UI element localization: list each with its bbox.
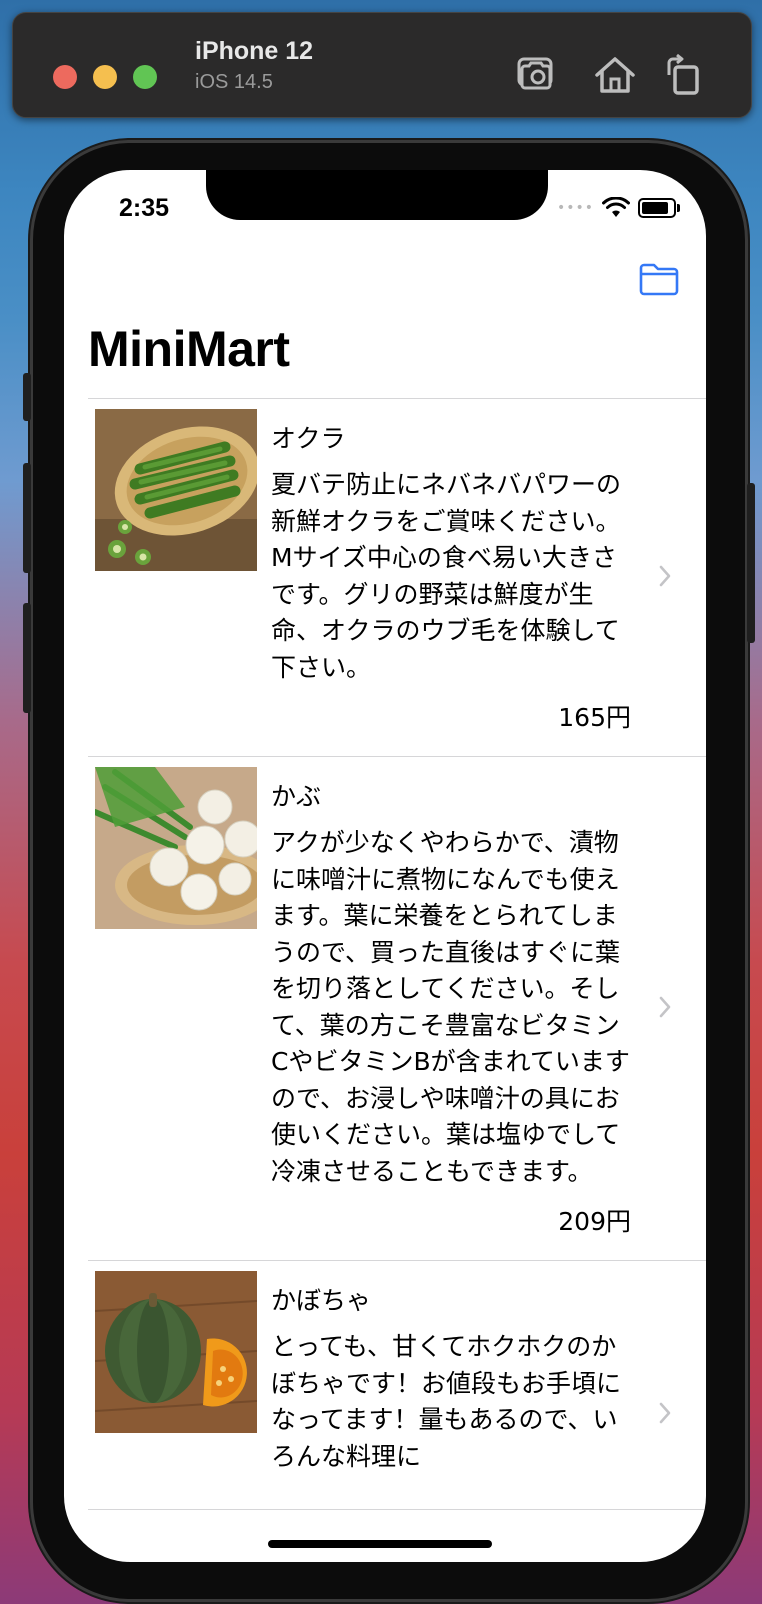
- cellular-signal-icon: ••••: [556, 200, 594, 216]
- silent-switch: [23, 373, 31, 421]
- power-button: [747, 483, 755, 643]
- chevron-right-icon: [659, 1402, 671, 1424]
- close-window-button[interactable]: [53, 65, 77, 89]
- screenshot-icon[interactable]: [513, 53, 561, 97]
- list-item[interactable]: かぶ アクが少なくやわらかで、漬物に味噌汁に煮物になんでも使えます。葉に栄養をと…: [88, 757, 706, 1261]
- volume-up-button: [23, 463, 31, 573]
- pumpkin-image: [95, 1271, 257, 1433]
- notch: [206, 170, 548, 220]
- simulator-device-name: iPhone 12: [195, 37, 314, 65]
- chevron-right-icon: [659, 996, 671, 1017]
- item-description: とっても、甘くてホクホクのかぼちゃです！お値段もお手頃になってます！量もあるので…: [271, 1332, 622, 1471]
- item-price: 165円: [558, 703, 631, 732]
- product-list: オクラ 夏バテ防止にネバネバパワーの新鮮オクラをご賞味ください。Mサイズ中心の食…: [64, 399, 706, 1510]
- okra-image: [95, 409, 257, 571]
- list-item[interactable]: かぼちゃ とっても、甘くてホクホクのかぼちゃです！お値段もお手頃になってます！量…: [88, 1261, 706, 1510]
- item-name: かぶ: [271, 782, 322, 811]
- volume-down-button: [23, 603, 31, 713]
- simulator-os-version: iOS 14.5: [195, 71, 273, 93]
- item-price: 209円: [558, 1207, 631, 1236]
- item-description: アクが少なくやわらかで、漬物に味噌汁に煮物になんでも使えます。葉に栄養をとられて…: [271, 828, 630, 1186]
- simulator-title-bar: iPhone 12 iOS 14.5: [12, 12, 752, 118]
- item-name: かぼちゃ: [271, 1286, 372, 1315]
- home-indicator[interactable]: [268, 1540, 492, 1548]
- home-icon[interactable]: [591, 53, 639, 97]
- item-price: [271, 1489, 631, 1509]
- minimize-window-button[interactable]: [93, 65, 117, 89]
- zoom-window-button[interactable]: [133, 65, 157, 89]
- rotate-icon[interactable]: [661, 53, 709, 97]
- chevron-right-icon: [659, 565, 671, 586]
- list-item[interactable]: オクラ 夏バテ防止にネバネバパワーの新鮮オクラをご賞味ください。Mサイズ中心の食…: [88, 399, 706, 757]
- folder-icon[interactable]: [638, 262, 680, 296]
- battery-icon: [638, 198, 680, 218]
- item-name: オクラ: [271, 424, 346, 453]
- app-screen: 2:35 •••• MiniMart オクラ 夏バテ防止にネバネバパワーの新鮮オ…: [64, 170, 706, 1562]
- status-time: 2:35: [119, 194, 170, 222]
- item-description: 夏バテ防止にネバネバパワーの新鮮オクラをご賞味ください。Mサイズ中心の食べ易い大…: [271, 470, 622, 682]
- wifi-icon: [602, 197, 630, 217]
- status-indicators: ••••: [556, 196, 680, 220]
- page-title: MiniMart: [88, 321, 290, 377]
- turnip-image: [95, 767, 257, 929]
